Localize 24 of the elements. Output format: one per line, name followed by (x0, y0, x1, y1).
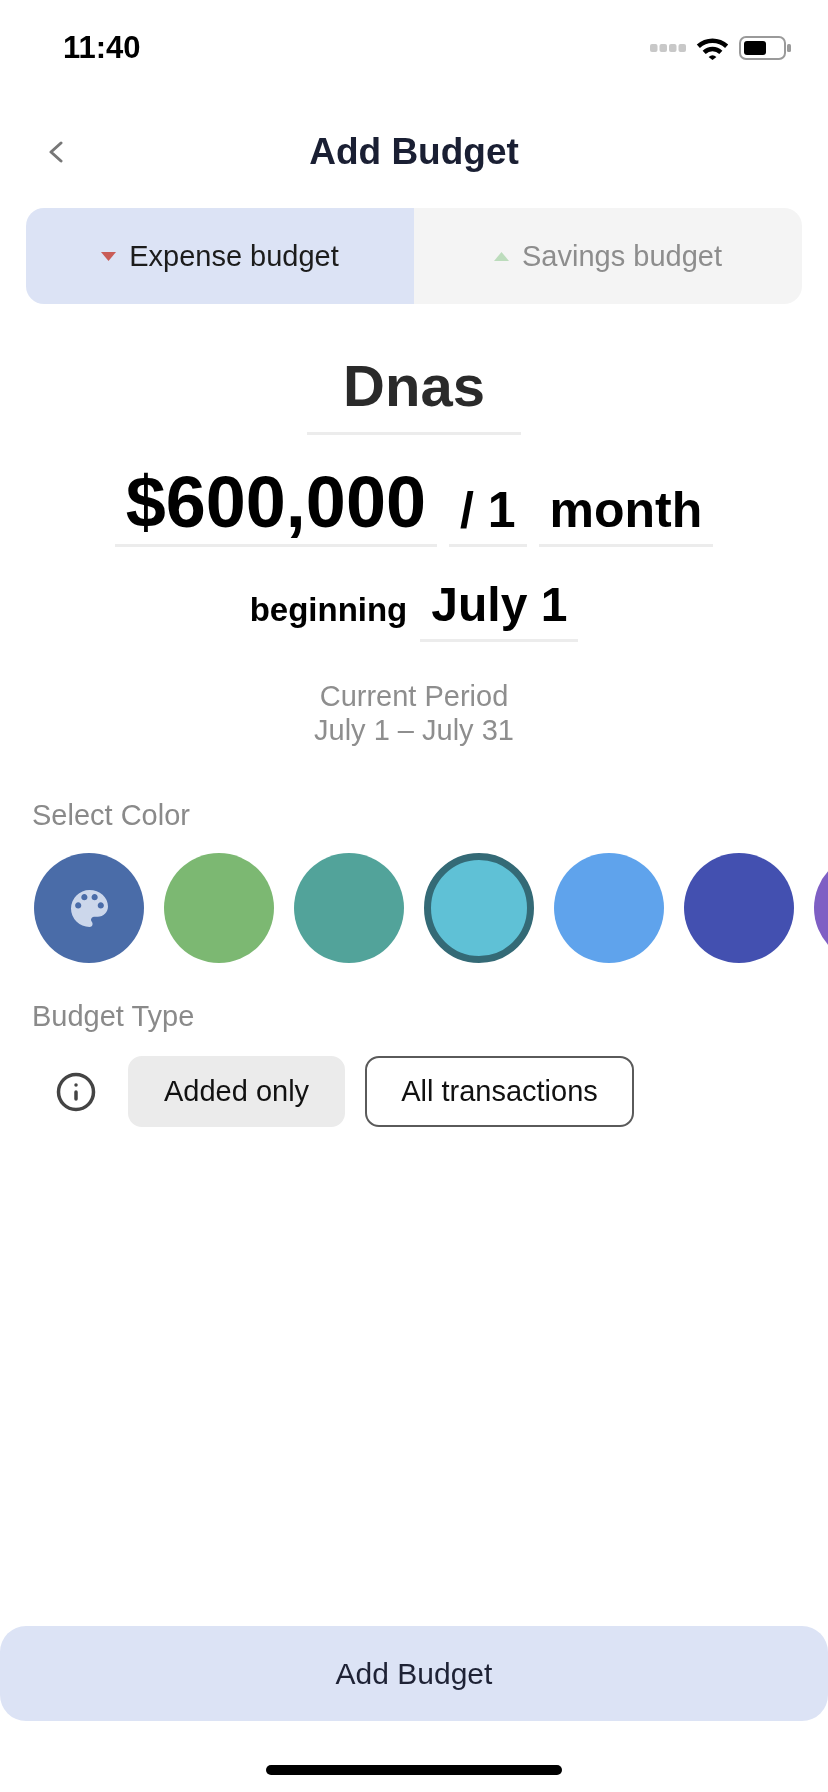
page-title: Add Budget (309, 130, 519, 174)
period-unit-field[interactable]: month (538, 485, 714, 547)
wifi-icon (696, 36, 729, 60)
start-date-field[interactable]: July 1 (420, 581, 579, 642)
beginning-label: beginning (249, 590, 408, 630)
select-color-label: Select Color (32, 798, 190, 832)
signal-icon (650, 44, 686, 52)
budget-type-option[interactable]: All transactions (365, 1056, 634, 1127)
back-icon[interactable] (48, 141, 63, 163)
name-field[interactable]: Dnas (307, 351, 521, 435)
budget-type-label: Budget Type (32, 999, 195, 1033)
battery-icon (739, 36, 791, 60)
amount-field[interactable]: $600,000 (114, 466, 437, 547)
add-budget-button[interactable]: Add Budget (0, 1626, 828, 1721)
info-icon[interactable] (55, 1070, 97, 1113)
current-period-range: July 1 – July 31 (314, 713, 514, 747)
triangle-down-icon (101, 251, 117, 261)
triangle-up-icon (494, 251, 510, 261)
period-count-field[interactable]: / 1 (449, 485, 527, 547)
budget-type-option[interactable]: Added only (128, 1056, 346, 1127)
current-period-title: Current Period (319, 679, 509, 713)
budget-kind-tab[interactable]: Expense budget (26, 208, 414, 304)
status-time: 11:40 (63, 30, 141, 66)
palette-icon (70, 889, 108, 927)
